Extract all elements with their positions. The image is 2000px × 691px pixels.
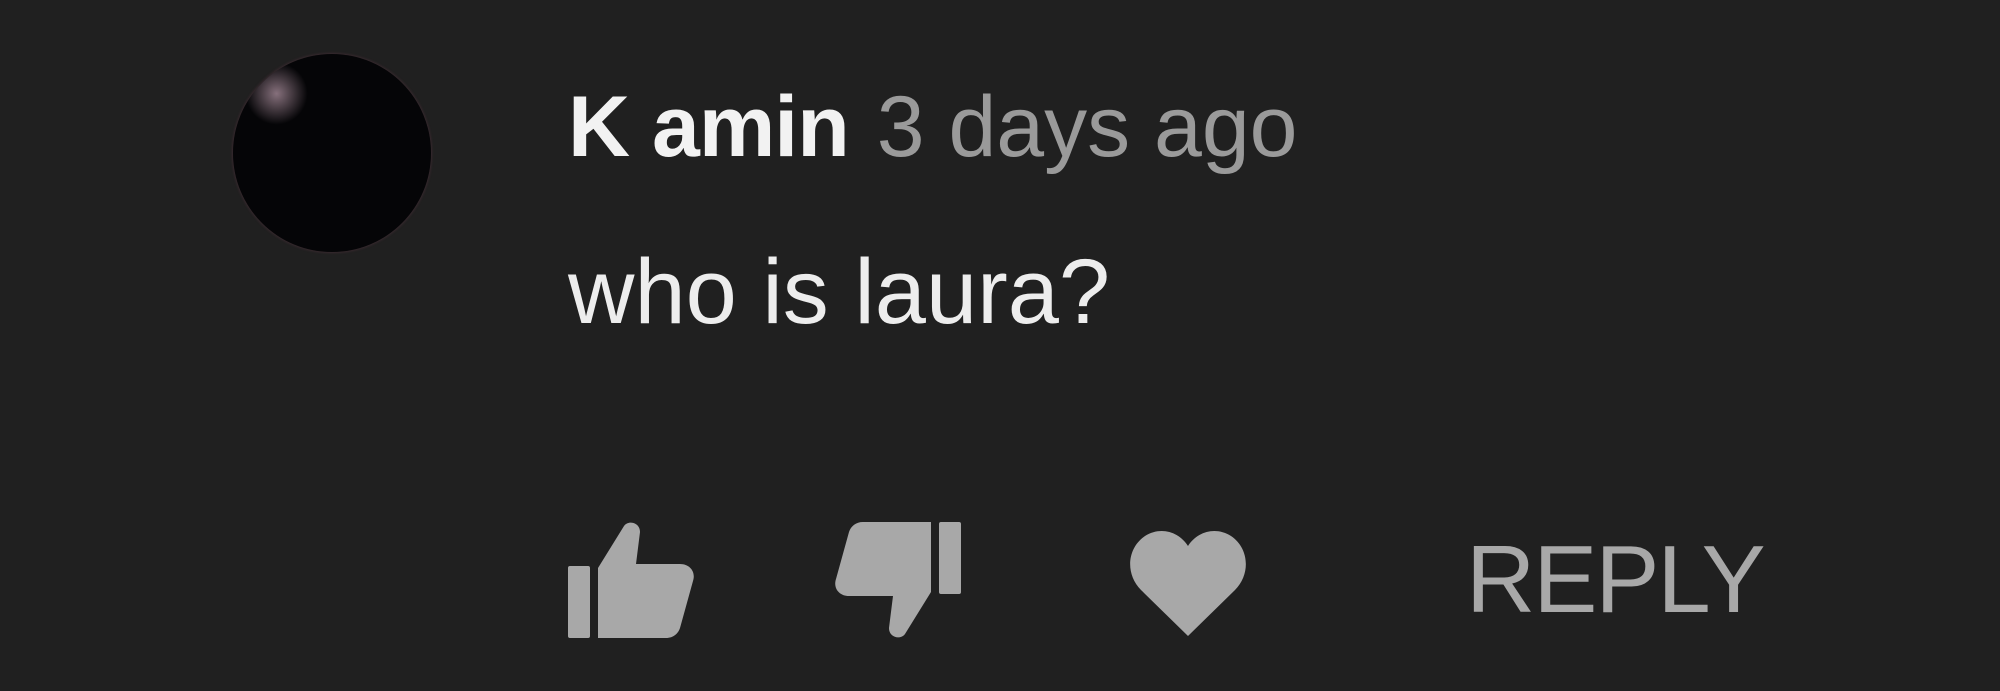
author-name[interactable]: K amin — [568, 78, 850, 177]
comment-header: K amin 3 days ago — [568, 78, 1298, 178]
comment-timestamp[interactable]: 3 days ago — [877, 78, 1298, 177]
avatar[interactable] — [233, 54, 431, 252]
heart-icon[interactable] — [1123, 520, 1253, 640]
comment-text: who is laura? — [568, 241, 1111, 343]
thumbs-up-icon[interactable] — [566, 520, 696, 640]
avatar-highlight — [233, 54, 431, 252]
comment-actions: REPLY — [568, 520, 1788, 640]
thumbs-down-icon[interactable] — [833, 520, 963, 640]
reply-button[interactable]: REPLY — [1466, 520, 1766, 640]
comment-card: K amin 3 days ago who is laura? REPLY — [0, 0, 2000, 691]
